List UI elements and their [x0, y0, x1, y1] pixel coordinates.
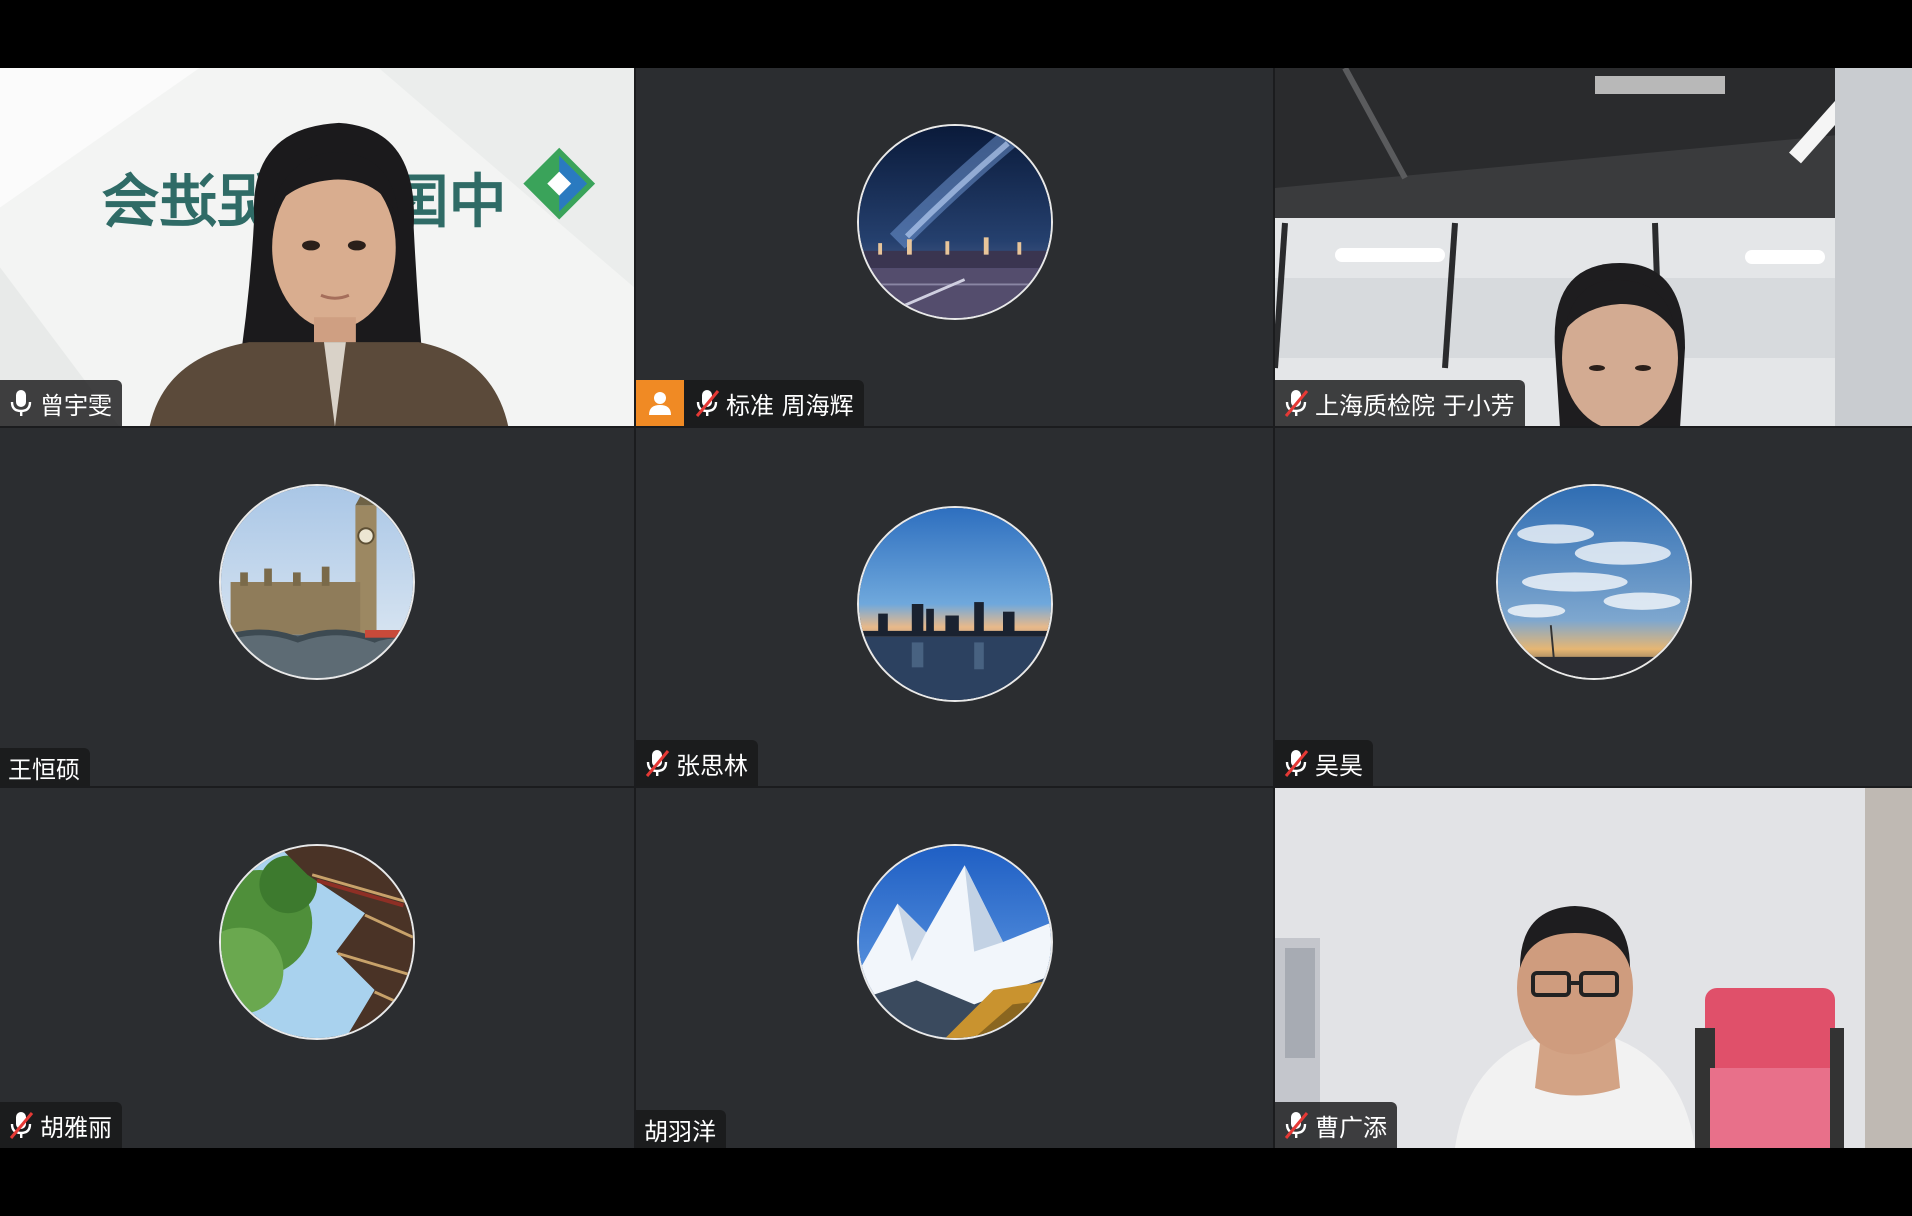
participant-name: 曹广添: [1315, 1113, 1387, 1142]
video-grid: 中国环保促进会 曾宇雯: [0, 68, 1912, 1148]
participant-tile-1[interactable]: 中国环保促进会 曾宇雯: [0, 68, 636, 428]
name-tag: 曾宇雯: [0, 380, 122, 426]
avatar-milky-way: [856, 124, 1053, 320]
microphone-muted-icon: [694, 388, 720, 418]
participant-name: 王恒硕: [8, 755, 80, 784]
participant-name: 吴昊: [1315, 751, 1363, 780]
avatar-temple-roof: [219, 844, 415, 1040]
name-tag: 上海质检院 于小芳: [1275, 380, 1525, 426]
name-tag: 张思林: [636, 740, 758, 786]
participant-tile-7[interactable]: 胡雅丽: [0, 788, 636, 1148]
microphone-muted-icon: [1283, 1110, 1309, 1140]
participant-video: [1275, 788, 1912, 1148]
participant-name: 上海质检院 于小芳: [1315, 391, 1515, 420]
participant-name: 胡雅丽: [40, 1113, 112, 1142]
name-tag: 曹广添: [1275, 1102, 1397, 1148]
microphone-muted-icon: [1283, 748, 1309, 778]
participant-tile-4[interactable]: 王恒硕: [0, 428, 636, 788]
participant-video: [1275, 68, 1912, 426]
name-tag: 胡雅丽: [0, 1102, 122, 1148]
participant-name: 曾宇雯: [40, 391, 112, 420]
microphone-muted-icon: [644, 748, 670, 778]
participant-video: 中国环保促进会: [0, 68, 634, 426]
participant-name: 张思林: [676, 751, 748, 780]
participant-tile-9[interactable]: 曹广添: [1275, 788, 1912, 1148]
participant-tile-5[interactable]: 张思林: [636, 428, 1275, 788]
participant-name: 标准 周海辉: [726, 391, 854, 420]
avatar-city-skyline: [856, 506, 1053, 702]
host-person-icon: [636, 380, 684, 426]
microphone-icon: [8, 388, 34, 418]
participant-tile-8[interactable]: 胡羽洋: [636, 788, 1275, 1148]
participant-tile-2[interactable]: 标准 周海辉: [636, 68, 1275, 428]
avatar-cloudy-sky: [1495, 484, 1692, 680]
microphone-muted-icon: [1283, 388, 1309, 418]
participant-tile-6[interactable]: 吴昊: [1275, 428, 1912, 788]
name-tag: 标准 周海辉: [636, 380, 864, 426]
participant-name: 胡羽洋: [644, 1117, 716, 1146]
avatar-snow-mountain: [856, 844, 1053, 1040]
name-tag: 胡羽洋: [636, 1110, 726, 1148]
participant-tile-3[interactable]: 上海质检院 于小芳: [1275, 68, 1912, 428]
name-tag: 王恒硕: [0, 748, 90, 786]
avatar-big-ben: [219, 484, 415, 680]
microphone-muted-icon: [8, 1110, 34, 1140]
name-tag: 吴昊: [1275, 740, 1373, 786]
